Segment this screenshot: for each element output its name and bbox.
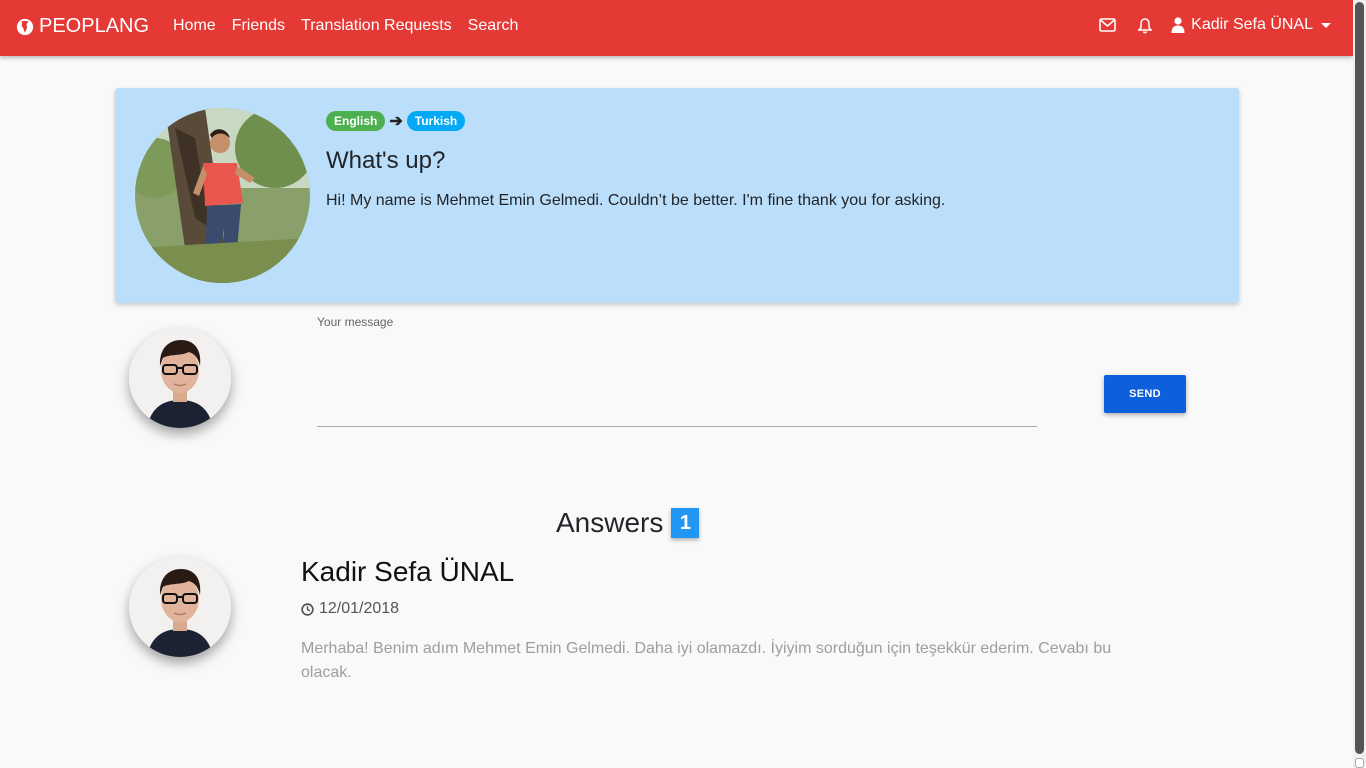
nav-right: Kadir Sefa ÜNAL [1079,15,1331,35]
answers-count-badge: 1 [671,508,700,538]
envelope-icon[interactable] [1097,15,1117,35]
clock-icon [301,602,314,616]
nav-links: Home Friends Translation Requests Search [165,17,526,35]
nav-link-search[interactable]: Search [460,17,527,35]
answer-date-text: 12/01/2018 [319,600,400,617]
arrow-right-icon: ➔ [389,113,403,130]
target-language-badge: Turkish [406,111,466,131]
top-navbar: PEOPLANG Home Friends Translation Reques… [0,0,1353,56]
source-language-badge: English [326,111,386,131]
language-pair: English ➔ Turkish [326,111,466,131]
brand-logo[interactable]: PEOPLANG [16,15,149,38]
answer-author-name: Kadir Sefa ÜNAL [301,556,515,587]
user-menu-dropdown[interactable]: Kadir Sefa ÜNAL [1171,16,1331,34]
answers-title: Answers [556,507,664,538]
globe-icon [16,18,34,35]
page-scrollbar[interactable] [1353,0,1366,768]
message-input[interactable] [317,333,1037,427]
brand-name: PEOPLANG [39,15,150,37]
bell-icon[interactable] [1135,15,1155,35]
user-name: Kadir Sefa ÜNAL [1191,16,1313,33]
answer-date: 12/01/2018 [301,600,399,618]
current-user-avatar [129,328,231,428]
nav-link-translation-requests[interactable]: Translation Requests [293,17,460,35]
scrollbar-thumb[interactable] [1355,2,1364,754]
translation-request-card: English ➔ Turkish What's up? Hi! My name… [115,88,1239,303]
message-label: Your message [317,315,394,329]
post-title: What's up? [326,147,446,174]
answer-text: Merhaba! Benim adım Mehmet Emin Gelmedi.… [301,640,1112,681]
chevron-down-icon [1321,22,1331,28]
post-body: Hi! My name is Mehmet Emin Gelmedi. Coul… [326,192,946,209]
send-button[interactable]: SEND [1104,375,1186,413]
scrollbar-end [1355,758,1364,768]
nav-link-home[interactable]: Home [165,17,224,35]
user-icon [1171,17,1185,33]
nav-link-friends[interactable]: Friends [224,17,293,35]
requester-photo [135,108,310,283]
answer-author-avatar [129,557,231,657]
answers-heading: Answers 1 [556,507,700,539]
